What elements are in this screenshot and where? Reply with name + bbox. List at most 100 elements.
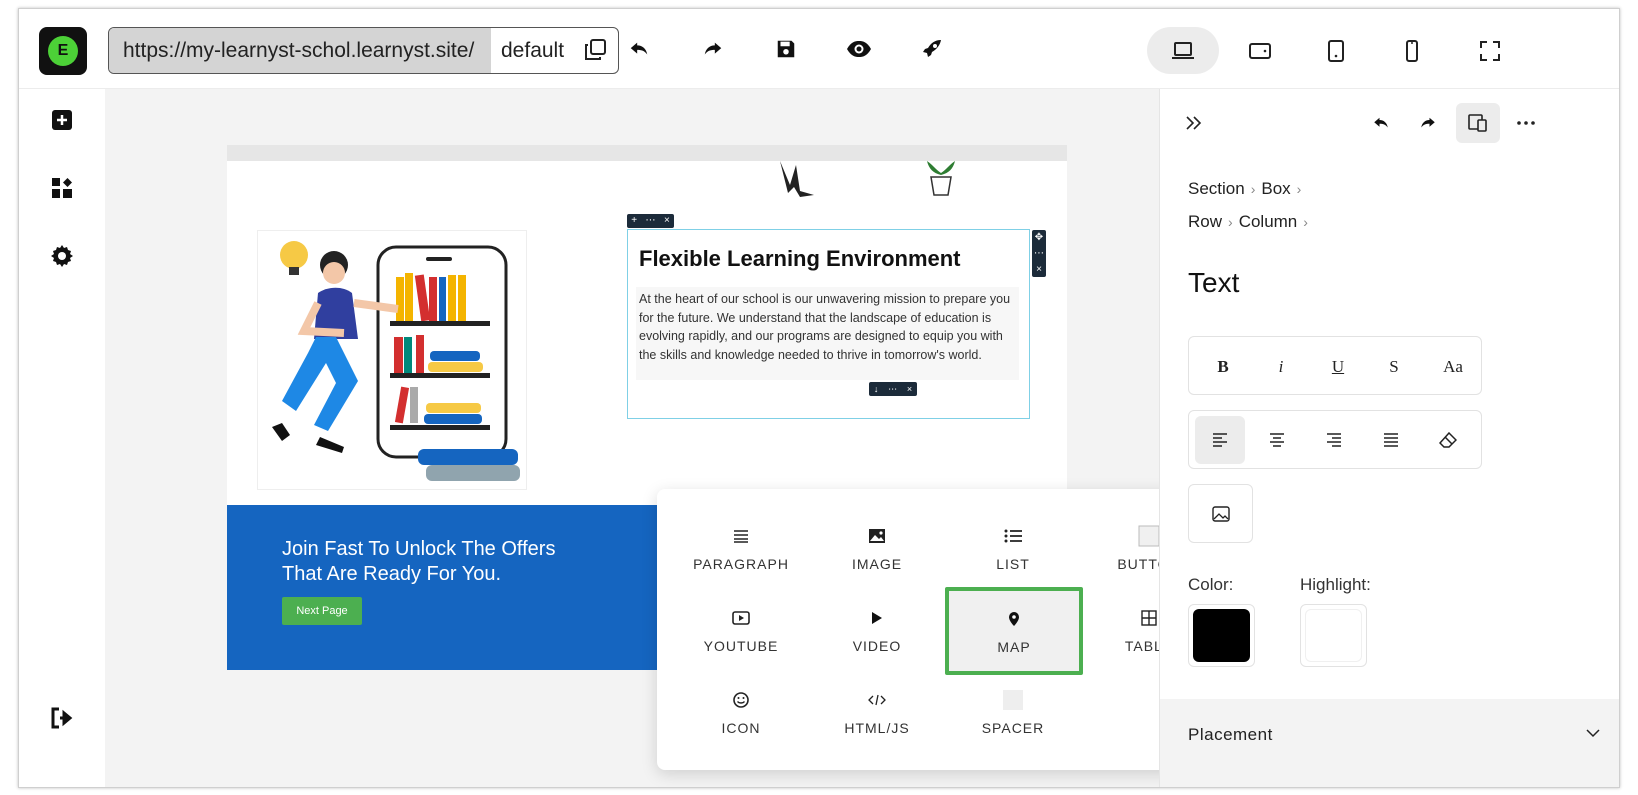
clear-format-button[interactable] (1423, 416, 1473, 464)
breadcrumb-row-1: Section › Box › (1188, 179, 1307, 199)
device-desktop-button[interactable] (1147, 27, 1219, 74)
italic-button[interactable]: i (1259, 347, 1303, 387)
element-youtube[interactable]: YOUTUBE (673, 587, 809, 673)
drag-block-icon[interactable]: ⋯ (646, 214, 656, 228)
breadcrumb-row-2: Row › Column › (1188, 212, 1314, 232)
top-toolbar: E https://my-learnyst-schol.learnyst.sit… (19, 9, 1619, 89)
section-paragraph[interactable]: At the heart of our school is our unwave… (636, 287, 1019, 380)
move-icon[interactable]: ✥ (1035, 232, 1043, 243)
chevron-down-icon[interactable] (1586, 725, 1600, 743)
device-mobile-button[interactable] (1376, 27, 1448, 74)
breadcrumb-sep-icon: › (1228, 214, 1233, 230)
text-color-swatch[interactable] (1188, 604, 1255, 667)
align-justify-button[interactable] (1366, 416, 1416, 464)
spacer-icon (1001, 688, 1025, 712)
map-pin-icon (1002, 607, 1026, 631)
element-picker: PARAGRAPH IMAGE LIST BUTTON YOUTUBE VIDE… (657, 489, 1243, 770)
element-label: LIST (996, 556, 1030, 572)
align-right-icon (1327, 433, 1341, 447)
copy-icon[interactable] (583, 38, 607, 62)
settings-gear-icon[interactable] (49, 243, 75, 269)
text-format-group: B i U S Aa (1188, 336, 1482, 395)
add-block-icon[interactable]: + (631, 214, 637, 228)
fullscreen-button[interactable] (1454, 27, 1526, 74)
more-icon[interactable]: ⋯ (1034, 248, 1044, 259)
responsive-icon (1468, 114, 1487, 132)
page-mode[interactable]: default (501, 28, 564, 73)
properties-panel: Section › Box › Row › Column › Text B i U S Aa (1159, 89, 1619, 787)
align-center-button[interactable] (1252, 416, 1302, 464)
breadcrumb-row[interactable]: Row (1188, 212, 1222, 231)
element-spacer[interactable]: SPACER (945, 669, 1081, 755)
add-element-icon[interactable] (49, 107, 75, 133)
device-tablet-landscape-button[interactable] (1224, 27, 1296, 74)
remove-icon[interactable]: × (1036, 264, 1042, 275)
alignment-group (1188, 410, 1482, 469)
align-left-button[interactable] (1195, 416, 1245, 464)
redo-icon[interactable] (699, 35, 727, 63)
element-label: YOUTUBE (703, 638, 779, 654)
text-case-button[interactable]: Aa (1431, 347, 1475, 387)
image-icon (865, 524, 889, 548)
selected-text-block[interactable]: Flexible Learning Environment At the hea… (627, 229, 1030, 419)
partial-illustration-top (780, 161, 814, 197)
move-down-icon[interactable]: ↓ (874, 382, 879, 396)
section-heading[interactable]: Flexible Learning Environment (639, 246, 961, 272)
editor-canvas[interactable]: + ⋯ × Flexible Learning Environment At t… (105, 89, 1243, 787)
tablet-landscape-icon (1249, 42, 1271, 59)
element-label: SPACER (981, 720, 1045, 736)
breadcrumb-column[interactable]: Column (1239, 212, 1298, 231)
panel-redo-icon[interactable] (1414, 109, 1442, 137)
element-video[interactable]: VIDEO (809, 587, 945, 673)
code-icon (865, 688, 889, 712)
breadcrumb-sep-icon: › (1303, 214, 1308, 230)
placement-section[interactable]: Placement (1160, 699, 1619, 787)
responsive-toggle-button[interactable] (1456, 103, 1500, 143)
color-fill (1193, 609, 1250, 662)
preview-eye-icon[interactable] (845, 35, 873, 63)
close-icon[interactable]: × (907, 382, 912, 396)
publish-rocket-icon[interactable] (918, 35, 946, 63)
align-right-button[interactable] (1309, 416, 1359, 464)
block-side-toolbar[interactable]: ✥ ⋯ × (1032, 230, 1046, 277)
blocks-icon[interactable] (49, 175, 75, 201)
plant-illustration (927, 161, 955, 196)
paragraph-toolbar[interactable]: ↓ ⋯ × (869, 382, 917, 396)
strikethrough-button[interactable]: S (1372, 347, 1416, 387)
panel-undo-icon[interactable] (1367, 109, 1395, 137)
paragraph-icon (729, 524, 753, 548)
block-toolbar[interactable]: + ⋯ × (627, 214, 674, 228)
logout-icon[interactable] (49, 705, 75, 731)
site-url-box[interactable]: https://my-learnyst-schol.learnyst.site/… (108, 27, 619, 74)
banner-headline[interactable]: Join Fast To Unlock The Offers That Are … (282, 537, 582, 587)
breadcrumb-section[interactable]: Section (1188, 179, 1245, 198)
more-options-icon[interactable] (1512, 109, 1540, 137)
smiley-icon (729, 688, 753, 712)
element-list[interactable]: LIST (945, 505, 1081, 591)
bold-button[interactable]: B (1201, 347, 1245, 387)
element-image[interactable]: IMAGE (809, 505, 945, 591)
device-tablet-portrait-button[interactable] (1300, 27, 1372, 74)
drag-handle-icon[interactable]: ⋯ (888, 382, 897, 396)
image-icon (1211, 505, 1230, 522)
next-page-button[interactable]: Next Page (282, 597, 362, 625)
element-paragraph[interactable]: PARAGRAPH (673, 505, 809, 591)
highlight-color-swatch[interactable] (1300, 604, 1367, 667)
element-label: ICON (721, 720, 761, 736)
app-logo[interactable]: E (39, 27, 87, 75)
element-html-js[interactable]: HTML/JS (809, 669, 945, 755)
element-map[interactable]: MAP (945, 587, 1083, 675)
table-icon (1137, 606, 1161, 630)
save-icon[interactable] (772, 35, 800, 63)
site-url[interactable]: https://my-learnyst-schol.learnyst.site/ (109, 28, 491, 73)
video-icon (865, 606, 889, 630)
undo-icon[interactable] (625, 35, 653, 63)
insert-image-button[interactable] (1188, 484, 1253, 543)
delete-block-icon[interactable]: × (664, 214, 670, 228)
align-left-icon (1213, 433, 1227, 447)
underline-button[interactable]: U (1316, 347, 1360, 387)
element-icon[interactable]: ICON (673, 669, 809, 755)
highlight-label: Highlight: (1300, 575, 1371, 594)
breadcrumb-box[interactable]: Box (1261, 179, 1290, 198)
collapse-panel-icon[interactable] (1180, 109, 1208, 137)
